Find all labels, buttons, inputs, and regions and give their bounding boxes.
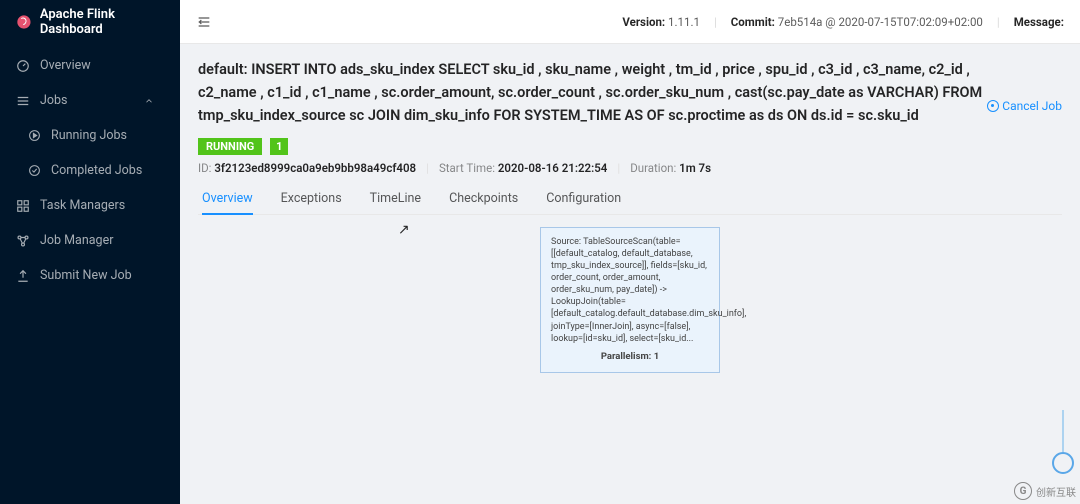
watermark: G 创新互联 [1014,482,1076,500]
main: Version: 1.11.1 | Commit: 7eb514a @ 2020… [180,0,1080,504]
sidebar-item-jobs[interactable]: Jobs [0,83,180,118]
content: default: INSERT INTO ads_sku_index SELEC… [180,44,1080,504]
id-label: ID: [198,161,211,175]
commit-label: Commit: [731,15,775,29]
nav-label: Completed Jobs [51,163,142,178]
menu-fold-icon[interactable] [196,14,212,30]
grid-icon [16,199,30,213]
commit-value: 7eb514a @ 2020-07-15T07:02:09+02:00 [778,15,983,29]
graph-node[interactable]: Source: TableSourceScan(table=[[default_… [540,227,720,373]
nav-menu: Overview Jobs Running Jobs Completed Job… [0,44,180,293]
bars-icon [16,94,30,108]
message-label: Message: [1014,15,1064,29]
decoration-line [1062,410,1064,452]
tab-exceptions[interactable]: Exceptions [281,183,342,214]
brand-title: Apache Flink Dashboard [40,7,164,37]
nav-label: Task Managers [40,198,125,213]
tab-overview[interactable]: Overview [202,183,253,214]
check-icon [28,164,41,177]
start-label: Start Time: [439,161,495,175]
job-tabs: Overview Exceptions TimeLine Checkpoints… [198,183,1062,215]
brand: Apache Flink Dashboard [0,0,180,44]
sidebar-item-job-manager[interactable]: Job Manager [0,223,180,258]
sidebar-item-running-jobs[interactable]: Running Jobs [0,118,180,153]
nav-label: Jobs [40,93,68,108]
topbar: Version: 1.11.1 | Commit: 7eb514a @ 2020… [180,0,1080,44]
tab-configuration[interactable]: Configuration [546,183,621,214]
sidebar: Apache Flink Dashboard Overview Jobs Run… [0,0,180,504]
topbar-meta: Version: 1.11.1 | Commit: 7eb514a @ 2020… [622,15,1064,29]
chevron-up-icon [144,96,154,106]
flink-logo-icon [16,13,32,31]
tab-checkpoints[interactable]: Checkpoints [449,183,518,214]
upload-icon [16,269,30,283]
job-id: 3f2123ed8999ca0a9eb9bb98a49cf408 [214,161,416,175]
status-badge: RUNNING [198,138,262,155]
start-time: 2020-08-16 21:22:54 [498,161,608,175]
nav-label: Running Jobs [51,128,127,143]
nav-label: Submit New Job [40,268,132,283]
decoration-circle [1052,452,1074,474]
job-graph[interactable]: Source: TableSourceScan(table=[[default_… [198,227,1062,487]
job-meta: ID: 3f2123ed8999ca0a9eb9bb98a49cf408 | S… [198,161,1062,175]
node-description: Source: TableSourceScan(table=[[default_… [551,236,709,345]
dashboard-icon [16,59,30,73]
watermark-logo-icon: G [1014,482,1032,500]
version-label: Version: [622,15,665,29]
sidebar-item-task-managers[interactable]: Task Managers [0,188,180,223]
cancel-job-link[interactable]: Cancel Job [987,99,1062,113]
sidebar-item-overview[interactable]: Overview [0,48,180,83]
node-parallelism: Parallelism: 1 [551,351,709,364]
nav-label: Overview [40,58,91,73]
cluster-icon [16,234,30,248]
version-value: 1.11.1 [668,15,700,29]
tab-timeline[interactable]: TimeLine [370,183,421,214]
play-icon [28,129,41,142]
status-row: RUNNING 1 [198,138,1062,155]
task-count-badge: 1 [270,138,288,155]
watermark-text: 创新互联 [1036,484,1076,499]
job-title: default: INSERT INTO ads_sku_index SELEC… [198,58,1018,128]
duration-label: Duration: [630,161,676,175]
sidebar-item-completed-jobs[interactable]: Completed Jobs [0,153,180,188]
nav-label: Job Manager [40,233,113,248]
duration: 1m 7s [679,161,711,175]
sidebar-item-submit-job[interactable]: Submit New Job [0,258,180,293]
